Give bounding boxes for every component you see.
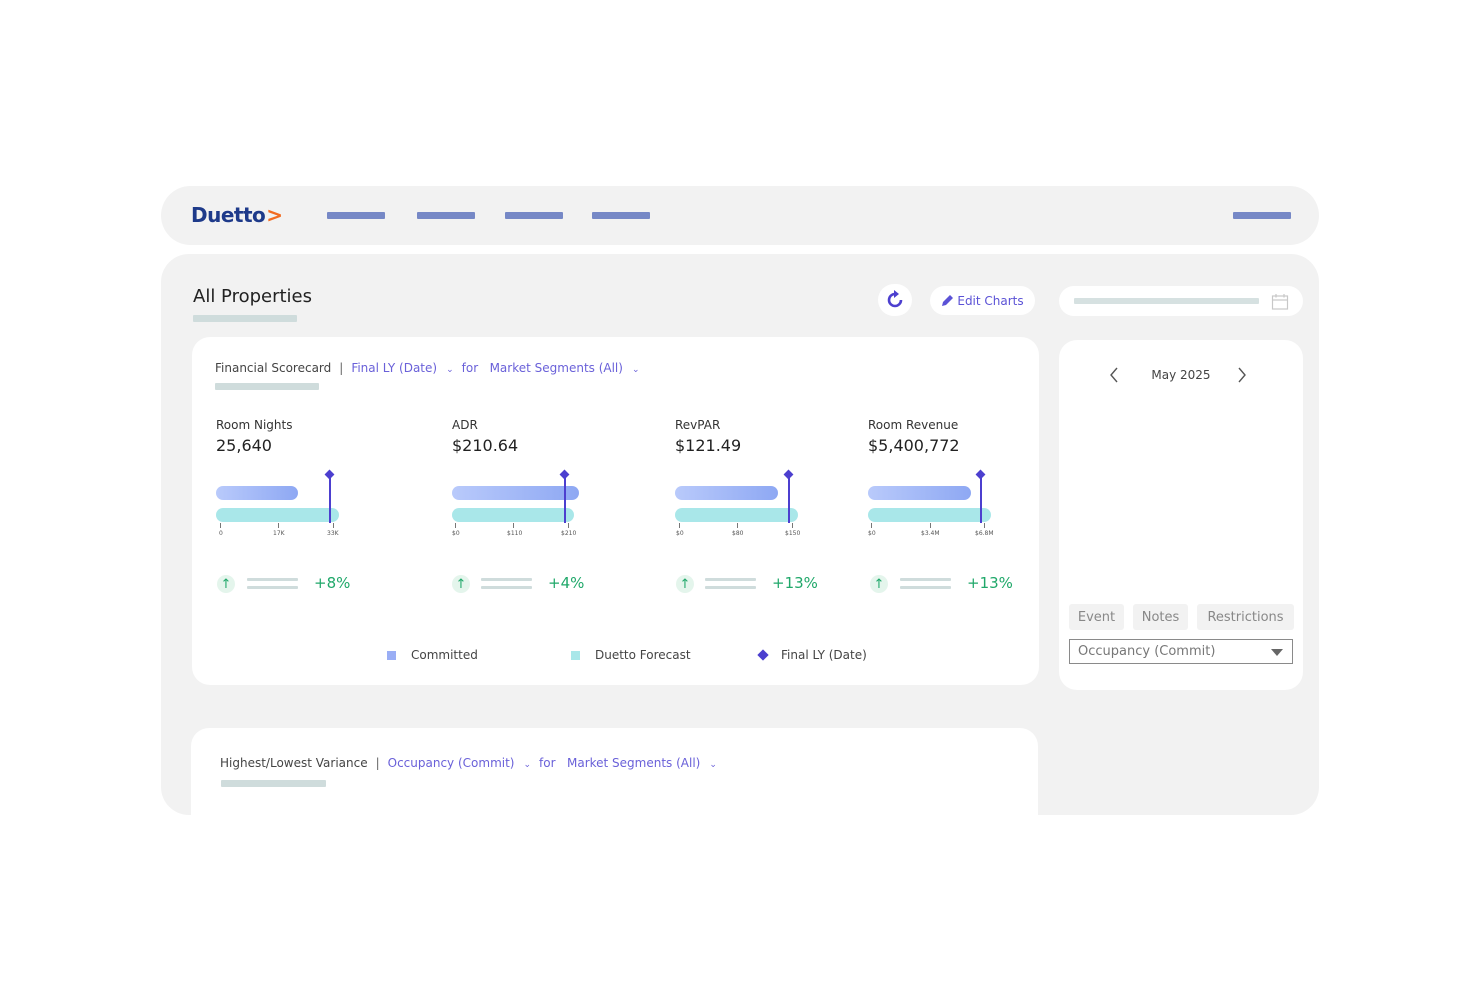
forecast-bar xyxy=(216,508,339,522)
metric-room-revenue: Room Revenue $5,400,772 $0 $3.4M $6.8M ↑… xyxy=(868,418,1013,593)
committed-bar xyxy=(216,486,298,500)
nav-item-2[interactable] xyxy=(417,212,475,219)
top-navbar: Duetto> xyxy=(161,186,1319,245)
final-ly-marker xyxy=(329,476,331,523)
chevron-down-icon[interactable]: ⌄ xyxy=(446,365,454,375)
variance-card: Highest/Lowest Variance | Occupancy (Commi… xyxy=(191,728,1038,828)
tick-label: $6.8M xyxy=(975,530,994,537)
tick-label: 33K xyxy=(327,530,339,537)
scorecard-header: Financial Scorecard | Final LY (Date) ⌄ for … xyxy=(215,361,640,375)
final-ly-diamond xyxy=(559,469,570,480)
committed-bar xyxy=(675,486,778,500)
variance-metric-dropdown[interactable]: Occupancy (Commit) xyxy=(388,756,515,770)
chevron-down-icon[interactable]: ⌄ xyxy=(523,760,531,770)
scorecard-title: Financial Scorecard xyxy=(215,361,332,375)
final-ly-diamond xyxy=(324,469,335,480)
final-ly-diamond xyxy=(975,469,986,480)
committed-bar xyxy=(868,486,971,500)
tick-label: $0 xyxy=(452,530,460,537)
final-ly-marker xyxy=(788,476,790,523)
forecast-bar xyxy=(675,508,798,522)
tick-label: $210 xyxy=(561,530,577,537)
nav-item-3[interactable] xyxy=(505,212,563,219)
tab-restrictions[interactable]: Restrictions xyxy=(1197,604,1294,630)
arrow-up-icon: ↑ xyxy=(452,575,470,593)
tick-label: $0 xyxy=(868,530,876,537)
arrow-up-icon: ↑ xyxy=(217,575,235,593)
occupancy-select[interactable]: Occupancy (Commit) xyxy=(1069,639,1293,664)
final-ly-diamond xyxy=(783,469,794,480)
arrow-up-icon: ↑ xyxy=(676,575,694,593)
metric-adr: ADR $210.64 $0 $110 $210 ↑ +4% xyxy=(452,418,585,593)
main-panel: All Properties Edit Charts Financial Sco… xyxy=(161,254,1319,828)
change-percent: +4% xyxy=(548,574,585,592)
change-percent: +13% xyxy=(772,574,818,592)
tick-label: $3.4M xyxy=(921,530,940,537)
variance-title: Highest/Lowest Variance xyxy=(220,756,368,770)
financial-scorecard-card: Financial Scorecard | Final LY (Date) ⌄ for … xyxy=(192,337,1039,685)
edit-charts-button[interactable]: Edit Charts xyxy=(930,286,1035,315)
legend-final-ly: Final LY (Date) xyxy=(757,648,867,662)
final-ly-marker xyxy=(980,476,982,523)
variance-segment-dropdown[interactable]: Market Segments (All) xyxy=(567,756,700,770)
segment-dropdown[interactable]: Market Segments (All) xyxy=(490,361,623,375)
calendar-card: May 2025 Event Notes Restrictions Occupa… xyxy=(1059,340,1303,690)
change-percent: +13% xyxy=(967,574,1013,592)
final-ly-marker xyxy=(564,476,566,523)
forecast-bar xyxy=(868,508,991,522)
nav-item-1[interactable] xyxy=(327,212,385,219)
calendar-month: May 2025 xyxy=(1151,368,1211,382)
committed-bar xyxy=(452,486,579,500)
pencil-icon xyxy=(942,295,954,306)
tick-label: $150 xyxy=(785,530,801,537)
compare-dropdown[interactable]: Final LY (Date) xyxy=(351,361,437,375)
change-percent: +8% xyxy=(314,574,351,592)
date-placeholder xyxy=(1074,298,1259,304)
metric-revpar: RevPAR $121.49 $0 $80 $150 ↑ +13% xyxy=(675,418,818,593)
tick-label: $80 xyxy=(732,530,744,537)
tab-event[interactable]: Event xyxy=(1069,604,1124,630)
date-range-input[interactable] xyxy=(1059,286,1303,316)
tab-notes[interactable]: Notes xyxy=(1133,604,1188,630)
caret-down-icon xyxy=(1271,649,1283,656)
chevron-down-icon[interactable]: ⌄ xyxy=(632,365,640,375)
nav-item-4[interactable] xyxy=(592,212,650,219)
chevron-right-icon[interactable] xyxy=(1236,367,1248,383)
refresh-icon xyxy=(887,290,903,308)
arrow-up-icon: ↑ xyxy=(870,575,888,593)
refresh-button[interactable] xyxy=(878,284,912,316)
tick-label: 17K xyxy=(273,530,285,537)
legend-forecast: Duetto Forecast xyxy=(571,648,691,662)
legend-committed: Committed xyxy=(387,648,478,662)
forecast-bar xyxy=(452,508,574,522)
page-title: All Properties xyxy=(193,286,313,307)
chevron-down-icon[interactable]: ⌄ xyxy=(709,760,717,770)
calendar-icon[interactable] xyxy=(1271,293,1289,311)
duetto-logo[interactable]: Duetto> xyxy=(191,203,283,227)
scorecard-subtitle-placeholder xyxy=(215,383,319,390)
subtitle-placeholder xyxy=(193,315,297,322)
variance-header: Highest/Lowest Variance | Occupancy (Commi… xyxy=(220,756,717,770)
variance-subtitle-placeholder xyxy=(221,780,326,787)
tick-label: $0 xyxy=(676,530,684,537)
tick-label: $110 xyxy=(507,530,523,537)
metric-room-nights: Room Nights 25,640 0 17K 33K ↑ +8% xyxy=(216,418,351,593)
user-menu[interactable] xyxy=(1233,212,1291,219)
tick-label: 0 xyxy=(219,530,223,537)
